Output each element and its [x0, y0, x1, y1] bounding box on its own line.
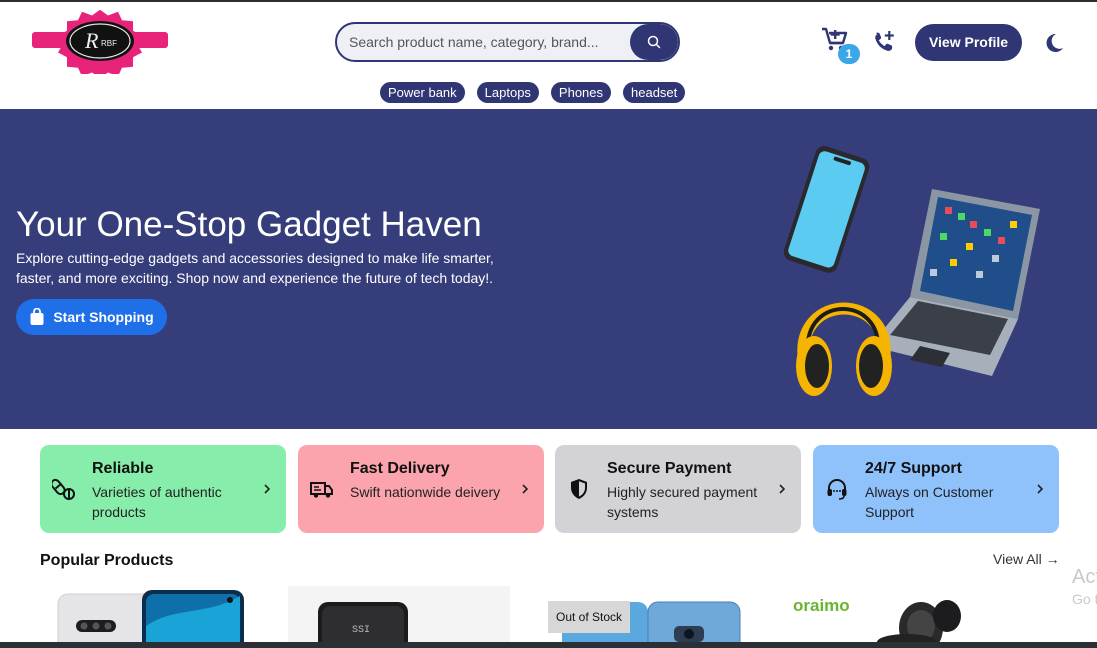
out-of-stock-badge: Out of Stock	[548, 601, 630, 633]
hero-title: Your One-Stop Gadget Haven	[16, 205, 482, 244]
product-card-power-bank[interactable]: SSI	[288, 586, 510, 648]
windows-activation-watermark: Act Go t	[1072, 566, 1097, 607]
feature-title: Fast Delivery	[350, 460, 450, 477]
product-card-oraimo-earbuds[interactable]: oraimo	[785, 586, 985, 648]
cart-button[interactable]: 1	[820, 26, 864, 64]
feature-description: Varieties of authentic products	[92, 484, 222, 520]
view-profile-button[interactable]: View Profile	[915, 24, 1022, 61]
phone-plus-icon[interactable]	[872, 30, 896, 54]
smartphone-image	[783, 146, 870, 273]
shopping-bag-icon	[30, 308, 44, 325]
search-button[interactable]	[630, 24, 678, 60]
laptop-image	[870, 189, 1040, 376]
chevron-right-icon	[1037, 484, 1044, 494]
headset-icon	[827, 479, 847, 500]
chip-laptops[interactable]: Laptops	[476, 82, 539, 103]
popular-products-title: Popular Products	[40, 552, 174, 569]
view-all-link[interactable]: View All →	[993, 551, 1060, 567]
feature-card-reliable[interactable]: Reliable Varieties of authentic products	[40, 445, 286, 533]
dark-mode-moon-icon[interactable]	[1043, 32, 1065, 54]
feature-description: Highly secured payment systems	[607, 484, 758, 520]
oraimo-brand-text: oraimo	[793, 596, 850, 615]
feature-card-fast-delivery[interactable]: Fast Delivery Swift nationwide deivery	[298, 445, 544, 533]
product-card-samsung-s10[interactable]	[48, 586, 248, 648]
start-shopping-button[interactable]: Start Shopping	[16, 299, 167, 335]
taskbar	[0, 642, 1097, 648]
search-bar	[335, 22, 680, 62]
feature-description: Swift nationwide deivery	[350, 484, 501, 500]
search-input[interactable]	[349, 24, 629, 60]
pills-icon	[52, 478, 75, 500]
hero-banner: Your One-Stop Gadget Haven Explore cutti…	[0, 109, 1097, 429]
headphones-image	[796, 302, 892, 396]
chip-power-bank[interactable]: Power bank	[380, 82, 465, 103]
feature-title: Reliable	[92, 460, 154, 477]
chevron-right-icon	[779, 484, 786, 494]
chevron-right-icon	[522, 484, 529, 494]
feature-description: Always on Customer Support	[865, 484, 994, 520]
feature-card-secure-payment[interactable]: Secure Payment Highly secured payment sy…	[555, 445, 801, 533]
svg-text:R: R	[84, 28, 99, 53]
shield-icon	[571, 479, 587, 499]
chevron-right-icon	[264, 484, 271, 494]
chip-phones[interactable]: Phones	[550, 82, 612, 103]
hero-description: Explore cutting-edge gadgets and accesso…	[16, 250, 494, 286]
start-shopping-label: Start Shopping	[53, 309, 154, 325]
search-icon	[647, 35, 661, 49]
brand-logo[interactable]: R RBF	[30, 8, 170, 74]
chip-headset[interactable]: headset	[623, 82, 686, 103]
gadgets-illustration	[783, 146, 1040, 396]
truck-icon	[310, 482, 333, 498]
feature-title: 24/7 Support	[865, 460, 962, 477]
quick-category-chips: Power bank Laptops Phones headset	[380, 82, 686, 104]
svg-text:SSI: SSI	[352, 625, 370, 636]
site-header: R RBF 1 View Profile Power bank	[0, 2, 1097, 109]
feature-card-support[interactable]: 24/7 Support Always on Customer Support	[813, 445, 1059, 533]
feature-title: Secure Payment	[607, 460, 732, 477]
svg-text:RBF: RBF	[101, 39, 117, 48]
cart-count-badge: 1	[838, 44, 860, 64]
